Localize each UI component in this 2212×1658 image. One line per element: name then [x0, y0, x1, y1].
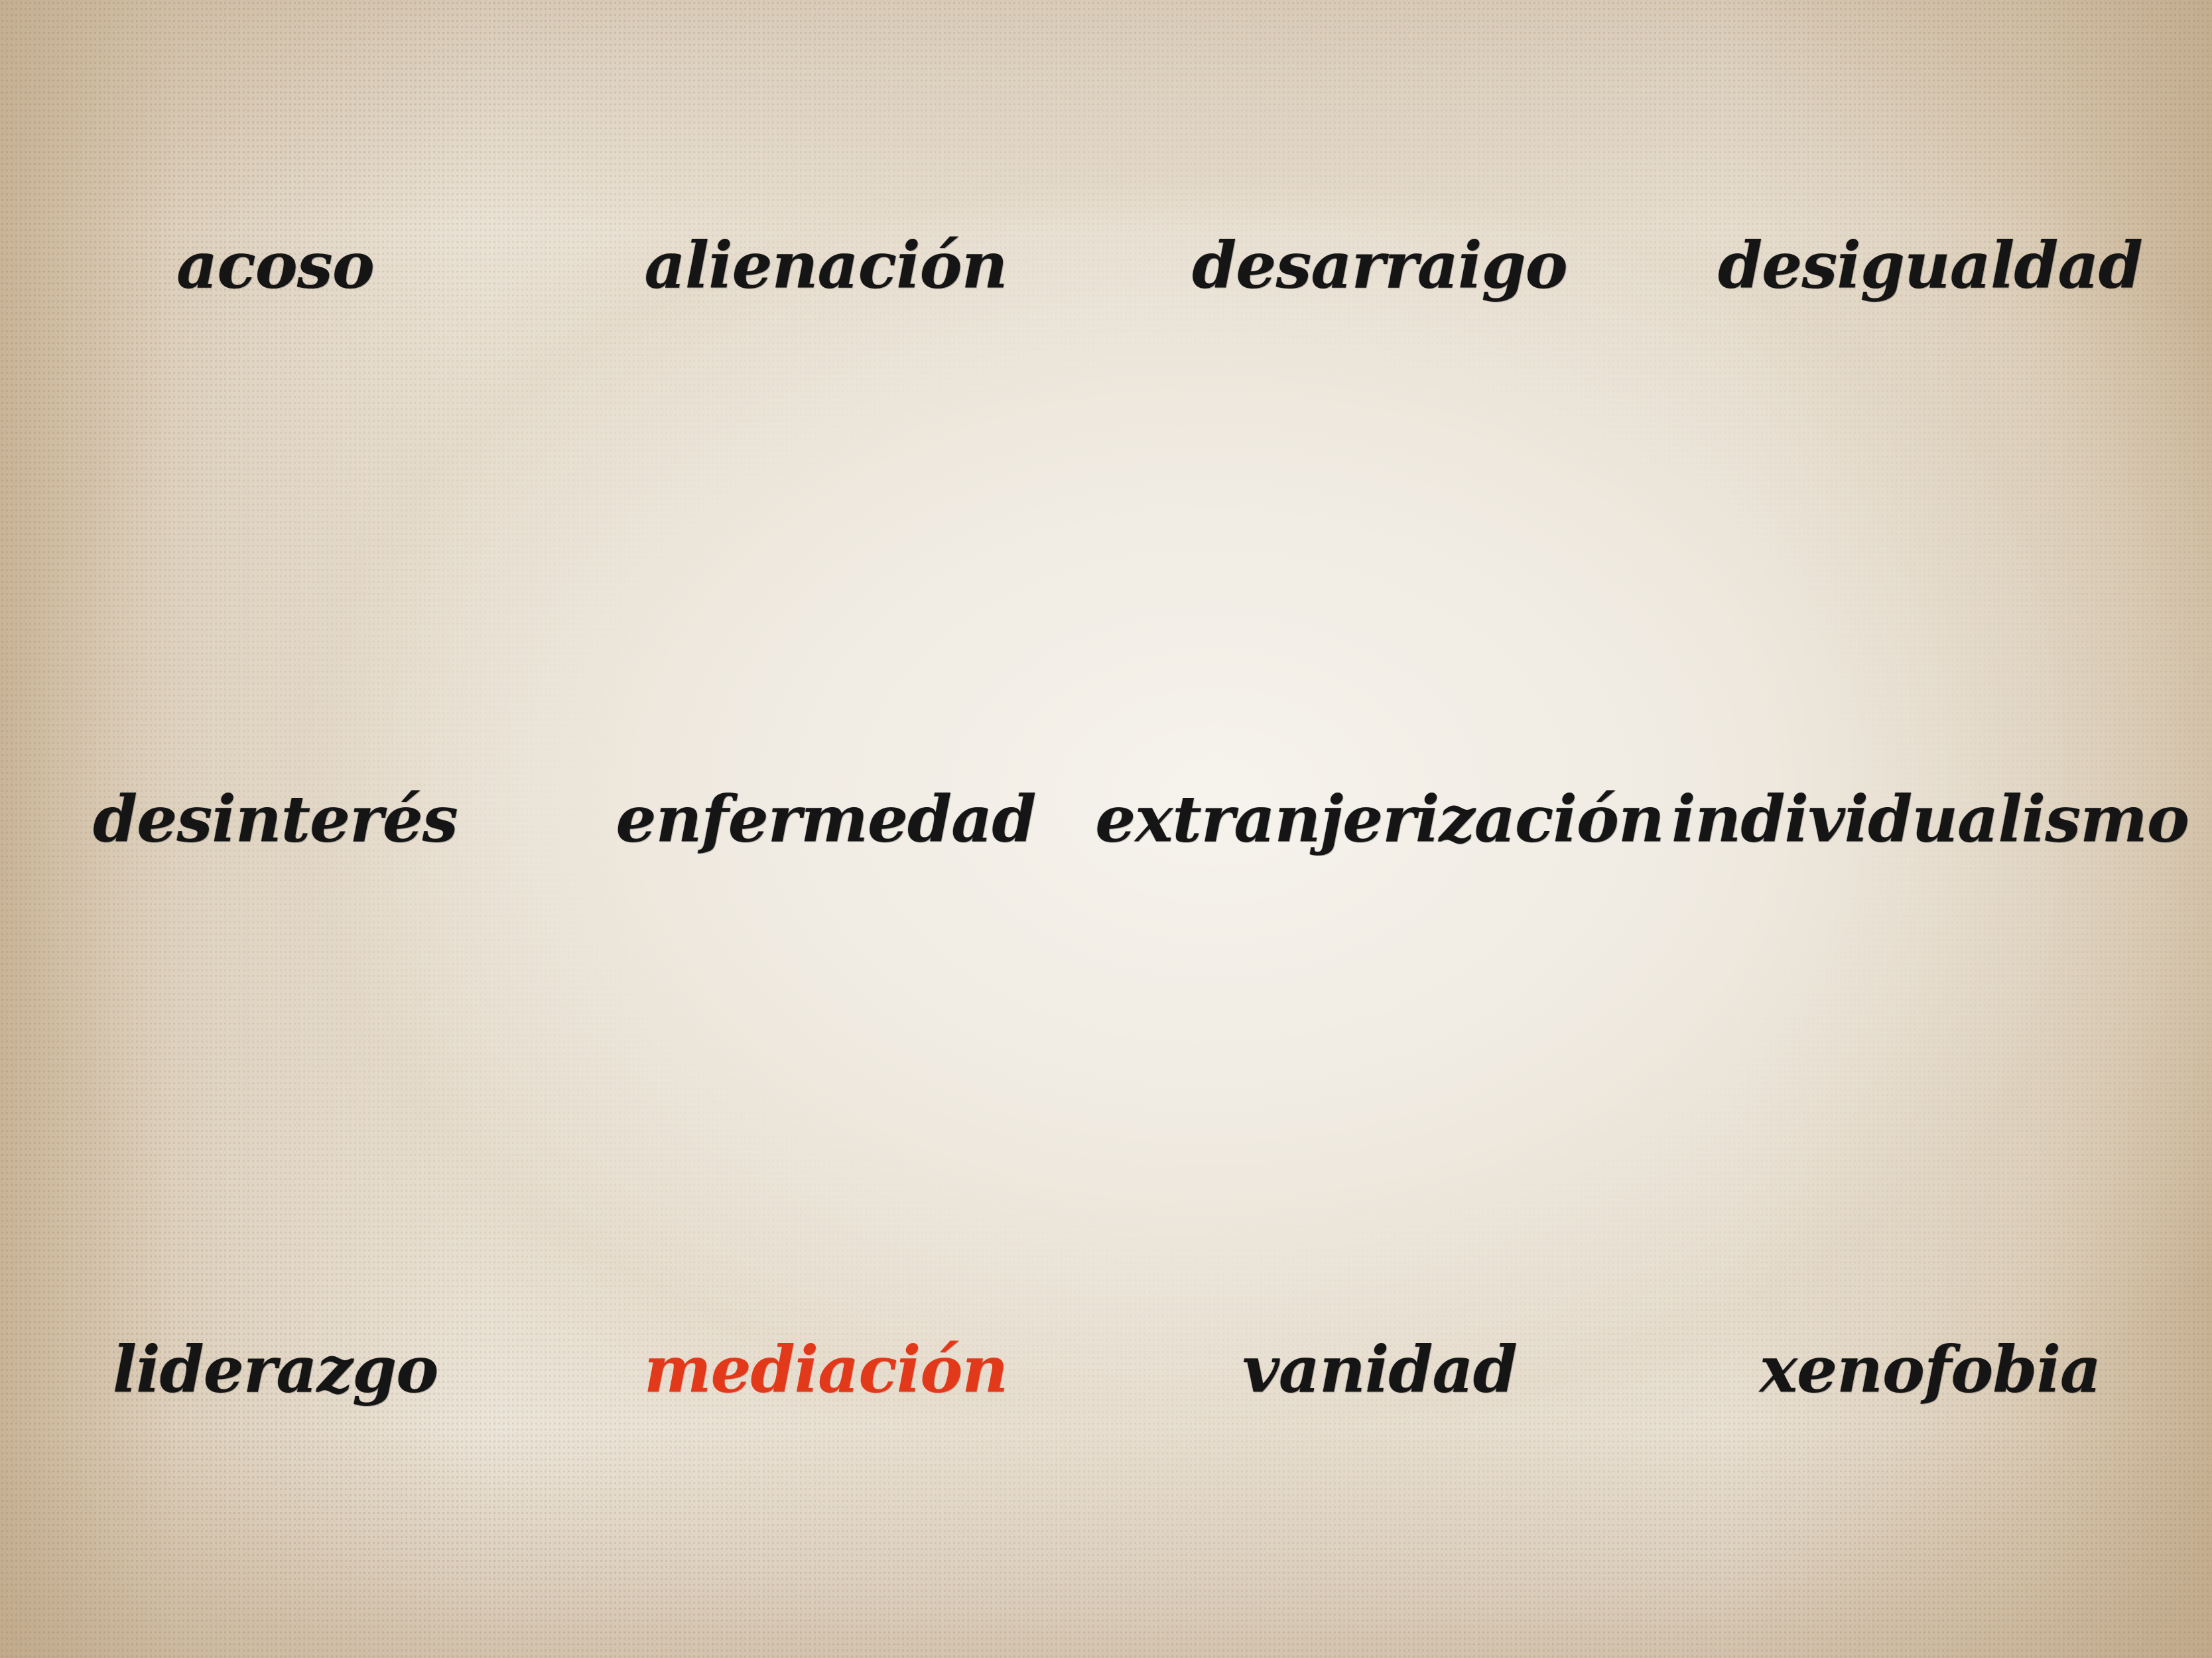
- word-mediacion-highlighted: mediación: [643, 1332, 1008, 1407]
- word-acoso: acoso: [176, 227, 375, 303]
- word-extranjerizacion: extranjerización: [1095, 781, 1665, 857]
- word-desarraigo: desarraigo: [1192, 227, 1567, 303]
- word-desinteres: desinterés: [93, 781, 458, 857]
- word-desigualdad: desigualdad: [1718, 227, 2143, 303]
- word-grid: acoso alienación desarraigo desigualdad …: [0, 0, 2212, 1658]
- word-liderazgo: liderazgo: [112, 1332, 439, 1407]
- word-enfermedad: enfermedad: [616, 781, 1037, 857]
- word-alienacion: alienación: [644, 227, 1008, 303]
- word-xenofobia: xenofobia: [1759, 1332, 2101, 1407]
- word-vanidad: vanidad: [1242, 1332, 1518, 1407]
- word-individualismo: individualismo: [1671, 781, 2189, 857]
